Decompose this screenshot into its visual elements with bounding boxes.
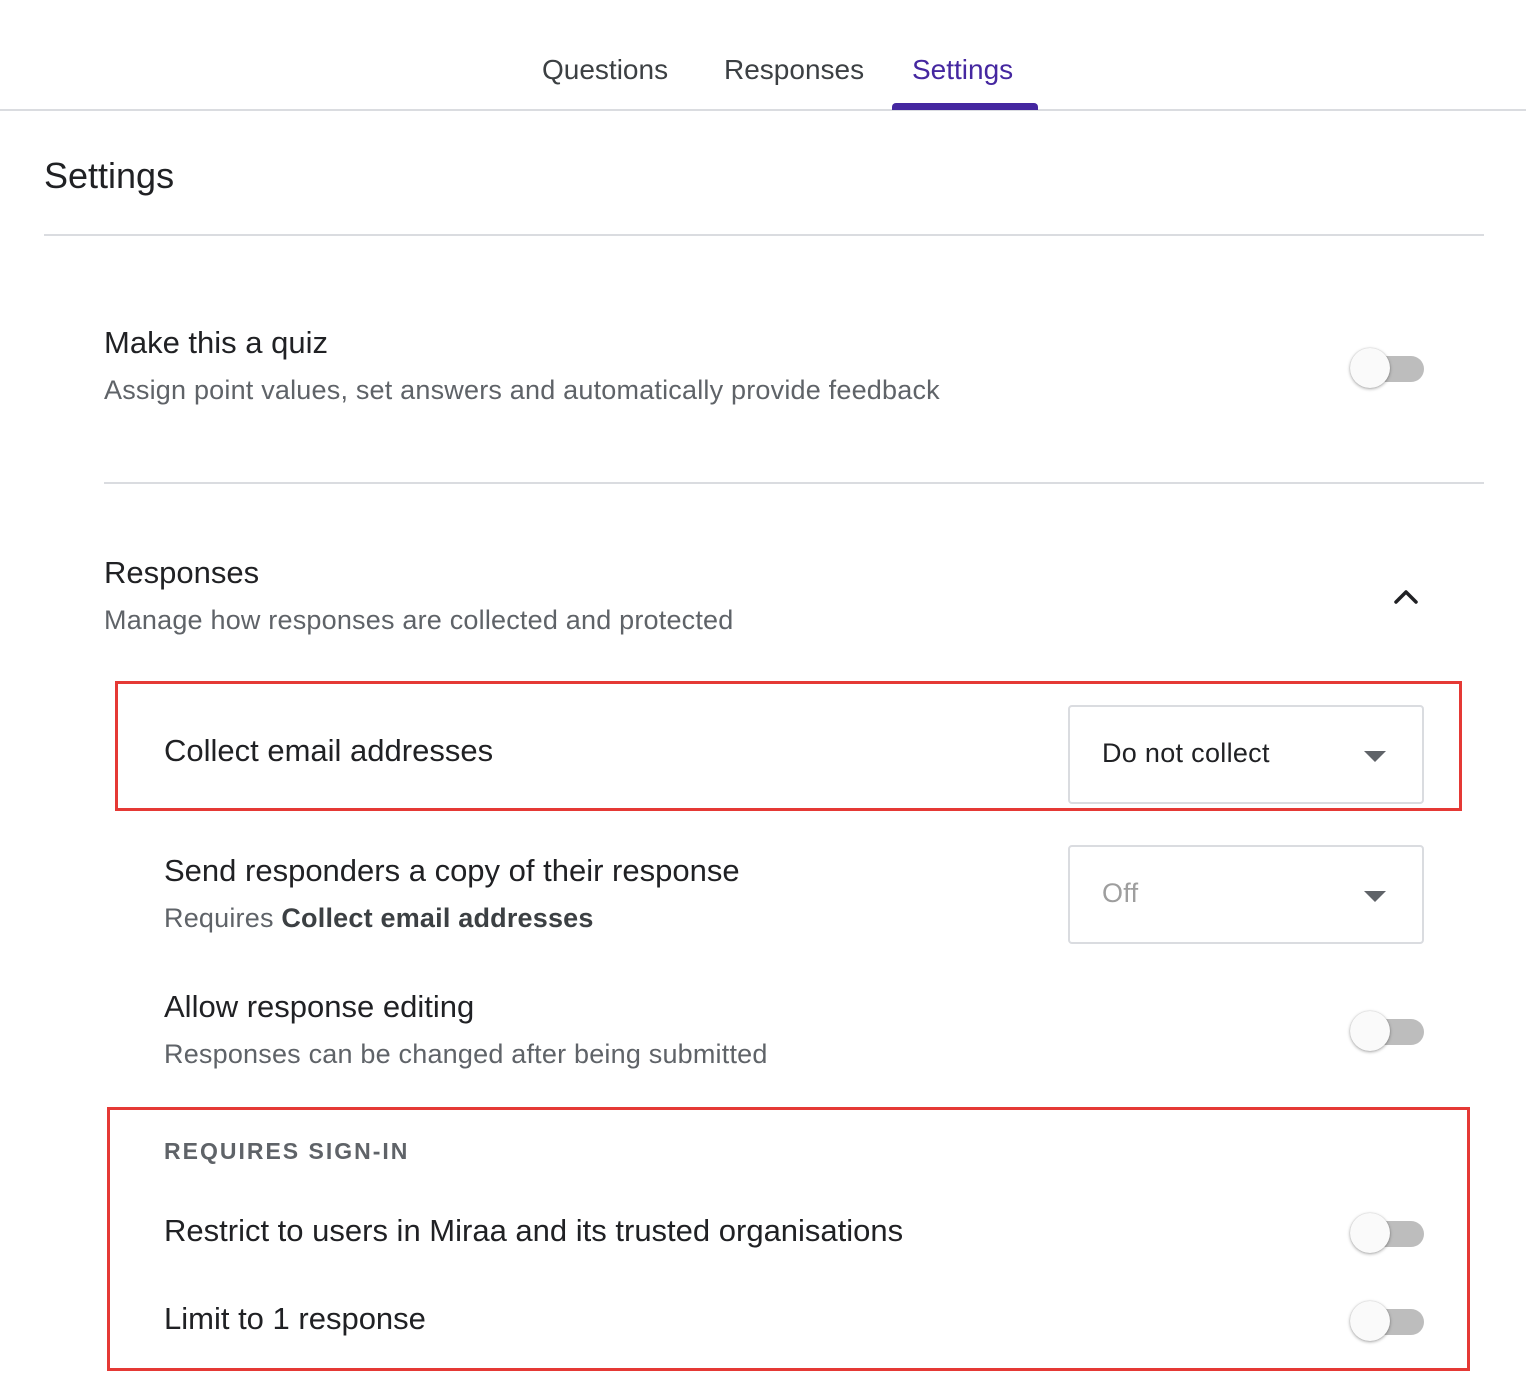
section-divider [104, 482, 1484, 484]
toggle-thumb [1350, 348, 1390, 388]
tab-bar: Questions Responses Settings [0, 0, 1526, 111]
send-copy-requirement: Requires Collect email addresses [164, 903, 594, 934]
toggle-thumb [1350, 1301, 1390, 1341]
send-copy-dropdown[interactable]: Off [1068, 845, 1424, 944]
restrict-users-label: Restrict to users in Miraa and its trust… [164, 1213, 904, 1248]
page-title: Settings [44, 155, 175, 196]
active-tab-indicator [892, 103, 1038, 110]
responses-section-description: Manage how responses are collected and p… [104, 605, 734, 635]
responses-section-title: Responses [104, 555, 260, 590]
allow-editing-toggle[interactable] [1350, 1009, 1428, 1053]
send-copy-value: Off [1102, 878, 1139, 908]
tab-questions[interactable]: Questions [542, 54, 668, 86]
quiz-setting-description: Assign point values, set answers and aut… [104, 375, 940, 405]
toggle-thumb [1350, 1011, 1390, 1051]
title-divider [44, 234, 1484, 236]
collect-email-label: Collect email addresses [164, 733, 494, 768]
collect-email-value: Do not collect [1102, 738, 1270, 768]
chevron-up-icon[interactable] [1388, 580, 1424, 610]
allow-editing-label: Allow response editing [164, 989, 475, 1024]
requires-prefix: Requires [164, 903, 274, 933]
quiz-setting-title: Make this a quiz [104, 325, 328, 360]
limit-response-label: Limit to 1 response [164, 1301, 426, 1336]
toggle-thumb [1350, 1213, 1390, 1253]
tab-responses[interactable]: Responses [724, 54, 864, 86]
dropdown-arrow-icon [1364, 891, 1386, 902]
tab-settings[interactable]: Settings [912, 54, 1013, 86]
restrict-users-toggle[interactable] [1350, 1211, 1428, 1255]
dropdown-arrow-icon [1364, 751, 1386, 762]
send-copy-label: Send responders a copy of their response [164, 853, 740, 888]
collect-email-dropdown[interactable]: Do not collect [1068, 705, 1424, 804]
quiz-toggle[interactable] [1350, 346, 1428, 390]
limit-response-toggle[interactable] [1350, 1299, 1428, 1343]
requires-signin-heading: REQUIRES SIGN-IN [164, 1138, 410, 1164]
requires-setting-name: Collect email addresses [281, 903, 594, 933]
allow-editing-description: Responses can be changed after being sub… [164, 1039, 768, 1069]
